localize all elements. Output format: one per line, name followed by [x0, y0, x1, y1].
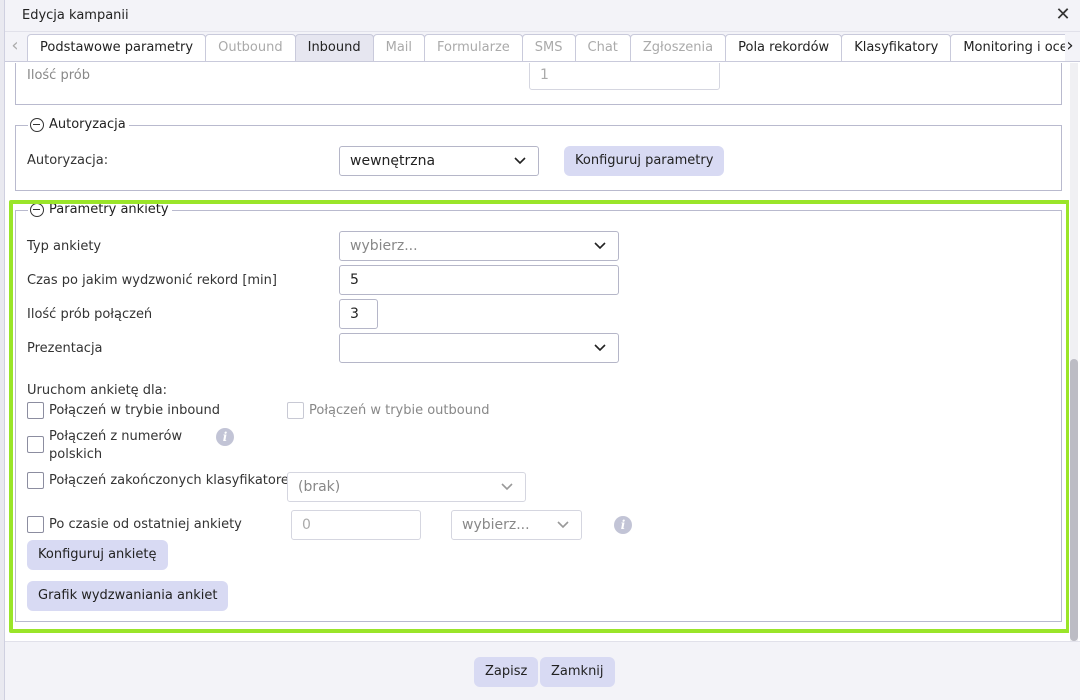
presentation-select[interactable] — [339, 333, 619, 363]
chevron-down-icon — [501, 482, 513, 492]
tab-inbound[interactable]: Inbound — [294, 34, 374, 61]
configure-parameters-button[interactable]: Konfiguruj parametry — [564, 146, 725, 176]
outbound-checkbox-label[interactable]: Połączeń w trybie outbound — [309, 403, 489, 418]
campaign-edit-dialog: Edycja kampanii ✕ ‹ Podstawowe parametry… — [4, 0, 1080, 700]
collapse-icon[interactable] — [30, 202, 44, 217]
classifier-checkbox[interactable] — [27, 472, 44, 489]
tab-klasyfikatory[interactable]: Klasyfikatory — [841, 34, 952, 61]
inbound-checkbox[interactable] — [27, 402, 44, 419]
survey-parameters-legend-label: Parametry ankiety — [49, 202, 169, 217]
tab-zgloszenia[interactable]: Zgłoszenia — [629, 34, 727, 61]
vertical-scrollbar[interactable] — [1070, 63, 1078, 641]
tab-pola-rekordow[interactable]: Pola rekordów — [725, 34, 843, 61]
info-icon[interactable]: i — [216, 428, 234, 446]
dialog-title: Edycja kampanii — [22, 8, 129, 23]
authorization-select[interactable]: wewnętrzna — [339, 146, 539, 176]
configure-survey-button[interactable]: Konfiguruj ankietę — [27, 540, 168, 570]
polish-numbers-checkbox[interactable] — [27, 436, 44, 453]
collapse-icon[interactable] — [30, 117, 44, 132]
since-last-survey-input[interactable]: 0 — [291, 510, 421, 540]
attempts-input[interactable]: 1 — [529, 63, 720, 90]
tab-bar: ‹ Podstawowe parametry Outbound Inbound Mai… — [5, 32, 1080, 62]
tab-list: Podstawowe parametry Outbound Inbound Mail F… — [27, 34, 1065, 62]
tab-scroll-right-icon[interactable]: › — [1062, 36, 1078, 58]
tab-scroll-left-icon[interactable]: ‹ — [7, 36, 23, 58]
authorization-label: Autoryzacja: — [27, 153, 109, 168]
dialog-footer: Zapisz Zamknij — [5, 641, 1080, 700]
tab-outbound[interactable]: Outbound — [205, 34, 296, 61]
authorization-legend-label: Autoryzacja — [49, 117, 126, 132]
chevron-down-icon — [594, 241, 606, 251]
since-last-survey-unit-select[interactable]: wybierz... — [451, 510, 582, 540]
dialog-titlebar: Edycja kampanii ✕ — [5, 0, 1080, 32]
save-button[interactable]: Zapisz — [474, 657, 539, 687]
classifier-checkbox-label[interactable]: Połączeń zakończonych klasyfikatorem — [49, 473, 302, 488]
tab-sms[interactable]: SMS — [521, 34, 576, 61]
attempts-section: Ilość prób 1 — [15, 63, 1062, 105]
survey-type-select[interactable]: wybierz... — [339, 231, 619, 261]
outbound-checkbox[interactable] — [287, 402, 304, 419]
presentation-label: Prezentacja — [27, 341, 103, 356]
survey-type-placeholder: wybierz... — [350, 238, 418, 254]
info-icon[interactable]: i — [614, 516, 632, 534]
since-last-survey-checkbox[interactable] — [27, 516, 44, 533]
call-attempts-input[interactable]: 3 — [339, 299, 378, 329]
classifier-select-value: (brak) — [298, 479, 341, 495]
tab-content: Ilość prób 1 Autoryzacja Autoryzacja: we… — [5, 63, 1069, 641]
chevron-down-icon — [557, 520, 569, 530]
close-icon[interactable]: ✕ — [1054, 6, 1072, 24]
authorization-legend[interactable]: Autoryzacja — [28, 117, 129, 132]
survey-parameters-section: Parametry ankiety Typ ankiety wybierz...… — [15, 202, 1062, 622]
since-last-survey-label[interactable]: Po czasie od ostatniej ankiety — [49, 517, 242, 532]
dial-delay-input[interactable]: 5 — [339, 265, 619, 295]
attempts-label: Ilość prób — [27, 68, 90, 83]
survey-parameters-legend[interactable]: Parametry ankiety — [28, 202, 172, 217]
scrollbar-thumb[interactable] — [1070, 359, 1078, 641]
inbound-checkbox-label[interactable]: Połączeń w trybie inbound — [49, 403, 220, 418]
polish-numbers-label-line2[interactable]: polskich — [49, 447, 102, 462]
tab-formularze[interactable]: Formularze — [424, 34, 523, 61]
classifier-select[interactable]: (brak) — [287, 472, 526, 502]
chevron-down-icon — [514, 156, 526, 166]
chevron-down-icon — [594, 343, 606, 353]
survey-schedule-button[interactable]: Grafik wydzwaniania ankiet — [27, 581, 229, 611]
polish-numbers-label-line1[interactable]: Połączeń z numerów — [49, 429, 182, 444]
tab-mail[interactable]: Mail — [372, 34, 426, 61]
call-attempts-label: Ilość prób połączeń — [27, 307, 153, 322]
authorization-select-value: wewnętrzna — [350, 153, 436, 169]
tab-chat[interactable]: Chat — [574, 34, 631, 61]
survey-type-label: Typ ankiety — [27, 239, 102, 254]
launch-survey-for-label: Uruchom ankietę dla: — [27, 383, 168, 398]
tab-monitoring-i-ocena[interactable]: Monitoring i ocena — [950, 34, 1065, 61]
authorization-section: Autoryzacja Autoryzacja: wewnętrzna Konf… — [15, 117, 1062, 191]
since-last-survey-unit-placeholder: wybierz... — [462, 517, 530, 533]
dial-delay-label: Czas po jakim wydzwonić rekord [min] — [27, 273, 277, 288]
tab-podstawowe-parametry[interactable]: Podstawowe parametry — [27, 34, 207, 61]
close-button[interactable]: Zamknij — [540, 657, 615, 687]
